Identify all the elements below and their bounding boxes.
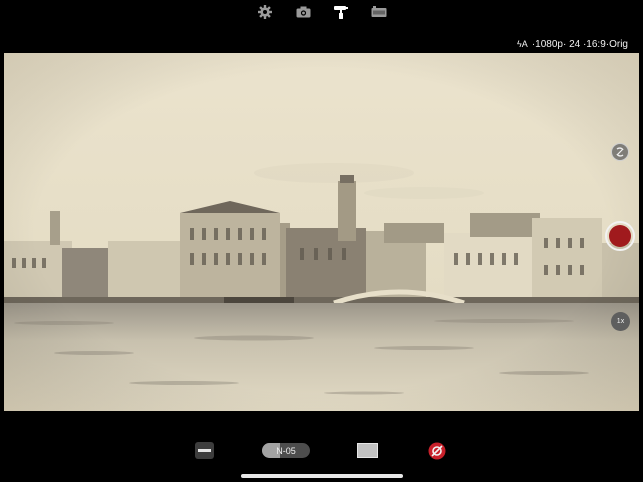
record-dot	[609, 225, 631, 247]
minus-bar-icon	[198, 449, 211, 452]
gear-icon[interactable]	[256, 4, 274, 20]
venice-waterfront-image	[4, 53, 639, 411]
home-indicator[interactable]	[241, 474, 403, 478]
filter-swatch-button[interactable]	[357, 443, 378, 458]
paint-roller-icon[interactable]	[332, 4, 350, 20]
record-button[interactable]	[605, 221, 635, 251]
stabilize-icon	[616, 147, 624, 157]
frame-lines-button[interactable]	[195, 442, 214, 459]
stabilization-button[interactable]	[611, 143, 629, 161]
no-effect-icon	[428, 442, 446, 460]
camera-icon[interactable]	[294, 4, 312, 20]
film-icon[interactable]	[370, 4, 388, 20]
format-text: ·1080p· 24 ·16:9·Orig	[531, 38, 628, 50]
flash-auto-icon: ϟA	[517, 39, 528, 49]
no-effect-button[interactable]	[428, 442, 446, 460]
zoom-button[interactable]: 1x	[611, 312, 630, 331]
lens-selector[interactable]: N-05	[262, 443, 310, 458]
bottom-toolbar	[0, 411, 643, 482]
zoom-label: 1x	[616, 318, 625, 325]
camera-viewfinder[interactable]	[4, 53, 639, 411]
top-toolbar	[0, 0, 643, 26]
lens-label: N-05	[276, 445, 296, 456]
recording-format-status[interactable]: ϟA ·1080p· 24 ·16:9·Orig	[517, 36, 628, 52]
